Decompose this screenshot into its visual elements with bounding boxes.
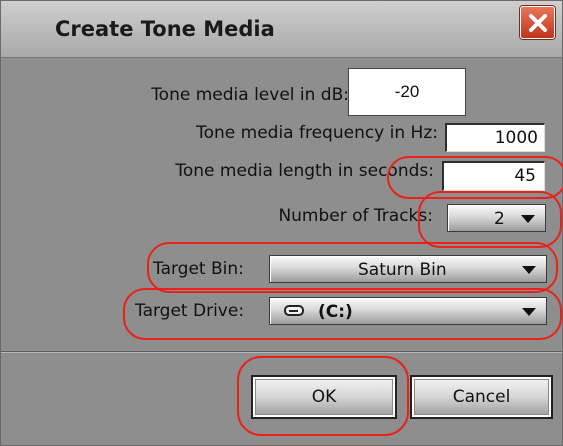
close-icon	[528, 13, 547, 32]
title-bar[interactable]: Create Tone Media	[1, 1, 562, 58]
tone-frequency-input[interactable]: 1000	[445, 123, 545, 152]
tone-level-input[interactable]: -20	[348, 68, 466, 116]
create-tone-media-dialog: Create Tone Media Tone media level in dB…	[0, 0, 563, 446]
target-drive-label: Target Drive:	[135, 301, 245, 321]
close-button[interactable]	[520, 6, 555, 39]
target-bin-dropdown[interactable]: Saturn Bin	[269, 255, 547, 283]
chevron-down-icon	[522, 308, 536, 316]
target-bin-label: Target Bin:	[153, 259, 244, 279]
tracks-label: Number of Tracks:	[278, 206, 433, 226]
target-bin-value: Saturn Bin	[358, 260, 447, 280]
cancel-button[interactable]: Cancel	[410, 375, 553, 419]
chevron-down-icon	[521, 215, 535, 223]
ok-button[interactable]: OK	[251, 375, 397, 419]
target-drive-value: (C:)	[318, 302, 353, 322]
tone-level-label: Tone media level in dB:	[151, 85, 349, 105]
tracks-value: 2	[494, 209, 505, 229]
target-drive-dropdown[interactable]: (C:)	[269, 297, 547, 325]
dialog-title: Create Tone Media	[55, 17, 275, 41]
tone-length-label: Tone media length in seconds:	[175, 161, 434, 181]
separator-highlight	[1, 352, 562, 353]
tracks-dropdown[interactable]: 2	[447, 204, 546, 232]
chevron-down-icon	[522, 266, 536, 274]
tone-frequency-label: Tone media frequency in Hz:	[196, 123, 438, 143]
drive-icon	[284, 305, 304, 316]
tone-length-input[interactable]: 45	[442, 161, 545, 191]
